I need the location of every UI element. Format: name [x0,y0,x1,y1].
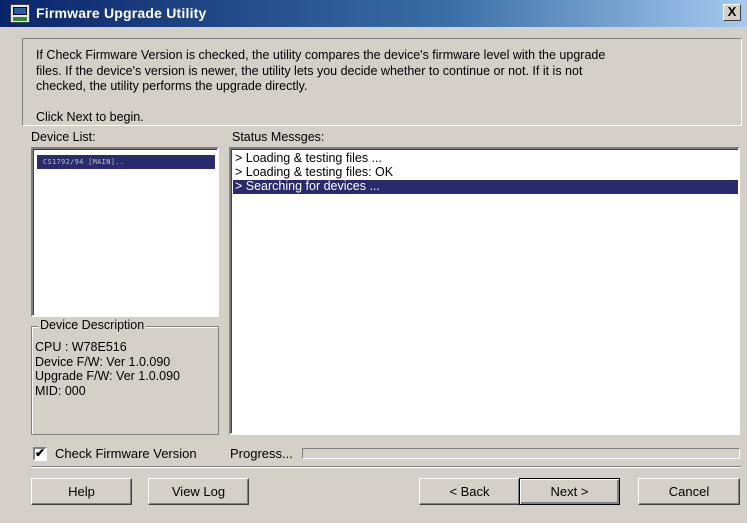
progress-label: Progress... [230,446,293,461]
device-list[interactable]: CS1792/94 [MAIN].. [31,147,219,317]
info-line-1: If Check Firmware Version is checked, th… [36,48,606,62]
device-mid: MID: 000 [35,383,86,398]
info-line-2: files. If the device's version is newer,… [36,63,583,78]
close-button[interactable]: X [723,4,741,21]
click-next-hint: Click Next to begin. [36,110,144,124]
device-list-item[interactable]: CS1792/94 [MAIN].. [37,155,215,169]
view-log-button[interactable]: View Log [148,478,249,505]
next-button[interactable]: Next > [519,478,620,505]
status-messages-label: Status Messges: [232,130,325,144]
check-firmware-label[interactable]: Check Firmware Version [55,446,197,461]
device-cpu: CPU : W78E516 [35,340,127,354]
check-firmware-checkbox[interactable]: ✔ [33,447,47,461]
info-text: If Check Firmware Version is checked, th… [36,48,736,95]
device-description-title: Device Description [38,318,147,332]
progress-bar [302,448,740,459]
device-description-group: Device Description CPU : W78E516 Device … [31,318,219,435]
window-title: Firmware Upgrade Utility [36,5,207,21]
cancel-button[interactable]: Cancel [638,478,740,505]
status-line: > Loading & testing files: OK [235,165,394,179]
upgrade-firmware-version: Upgrade F/W: Ver 1.0.090 [35,369,180,383]
device-firmware-version: Device F/W: Ver 1.0.090 [35,354,171,369]
device-list-label: Device List: [31,130,96,144]
back-button[interactable]: < Back [419,478,520,505]
app-icon [10,4,30,23]
help-button[interactable]: Help [31,478,132,505]
info-line-3: checked, the utility performs the upgrad… [36,79,308,93]
button-separator [31,466,741,468]
firmware-upgrade-window: Firmware Upgrade Utility X If Check Firm… [0,0,747,523]
status-line-selected: > Searching for devices ... [233,180,738,194]
status-messages-list[interactable]: > Loading & testing files ... > Loading … [229,147,740,435]
title-bar[interactable]: Firmware Upgrade Utility X [0,0,747,27]
status-line: > Loading & testing files ... [235,151,382,165]
info-panel: If Check Firmware Version is checked, th… [22,38,742,126]
